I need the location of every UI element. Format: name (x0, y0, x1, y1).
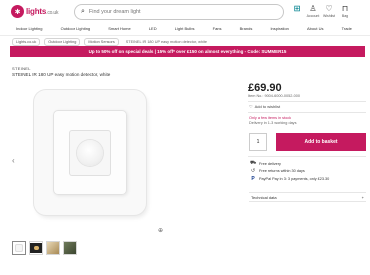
zoom-icon[interactable]: ⊕ (158, 227, 163, 234)
divider (248, 156, 366, 157)
technical-data-accordion[interactable]: Technical data + (249, 192, 366, 202)
wishlist-link[interactable]: ♡ Add to wishlist (249, 104, 280, 109)
heart-outline-icon: ♡ (249, 104, 253, 109)
bag-button[interactable]: ⊓ Bag (340, 4, 350, 19)
product-gallery: ‹ ⊕ (12, 80, 163, 238)
product-brand[interactable]: STEINEL (12, 66, 31, 71)
nav-item-about-us[interactable]: About Us (307, 26, 323, 35)
breadcrumb-outdoor[interactable]: Outdoor Lighting (44, 38, 81, 46)
thumbnail-strip (12, 241, 77, 255)
gallery-prev-icon[interactable]: ‹ (12, 156, 15, 165)
product-image-inner-frame (53, 110, 127, 195)
breadcrumb: Lights.co.uk Outdoor Lighting Motion Sen… (12, 38, 210, 46)
product-price: £69.90 (248, 82, 282, 94)
logo-text: lights.co.uk (26, 7, 59, 16)
product-title: STEINEL IR 180 UP easy motion detector, … (12, 72, 111, 77)
breadcrumb-home[interactable]: Lights.co.uk (12, 38, 41, 46)
feature-paypal[interactable]: P PayPal Pay in 3: 3 payments, only £23.… (250, 176, 329, 182)
thumbnail-product-image (15, 244, 23, 252)
user-icon: ♙ (309, 4, 317, 13)
basket-teal-icon: ⊞ (293, 4, 301, 13)
thumbnail-warm-image (47, 242, 59, 254)
heart-icon: ♡ (325, 4, 333, 13)
thumbnail-green-image (64, 242, 76, 254)
return-icon: ↺ (250, 168, 256, 174)
main-nav: Indoor Lighting Outdoor Lighting Smart H… (0, 26, 370, 36)
plus-icon: + (361, 194, 364, 200)
thumbnail-dark[interactable] (29, 241, 43, 255)
add-to-basket-button[interactable]: Add to basket (276, 133, 366, 151)
breadcrumb-motion-sensors[interactable]: Motion Sensors (84, 38, 119, 46)
nav-item-smart-home[interactable]: Smart Home (108, 26, 130, 35)
truck-icon: ⛟ (250, 160, 257, 166)
feature-free-delivery: ⛟ Free delivery (250, 160, 281, 167)
bag-icon: ⊓ (341, 4, 349, 13)
site-header: ✱ lights.co.uk ⌕ ⊞ ♙Account ♡Wishlist ⊓B… (0, 0, 370, 24)
feature-text: Free delivery (259, 161, 281, 166)
wishlist-button[interactable]: ♡ Wishlist (323, 4, 335, 19)
divider (248, 101, 366, 102)
quantity-value: 1 (256, 139, 260, 145)
thumbnail-product[interactable] (12, 241, 26, 255)
nav-item-outdoor-lighting[interactable]: Outdoor Lighting (61, 26, 91, 35)
search-bar[interactable]: ⌕ (74, 4, 284, 20)
nav-item-led[interactable]: LED (149, 26, 157, 35)
header-icons: ⊞ ♙ Account ♡ Wishlist ⊓ Bag (292, 4, 350, 19)
product-sku: Item No.: 9004-6000-0052-000 (248, 94, 300, 98)
stock-status: Only a few items in stock Delivery in 1-… (249, 116, 296, 126)
account-button[interactable]: ♙ Account (307, 4, 320, 19)
product-image-sensor (69, 130, 111, 176)
divider (248, 112, 366, 113)
quantity-stepper[interactable]: 1 (249, 133, 267, 151)
feature-free-returns: ↺ Free returns within 30 days (250, 168, 305, 174)
nav-item-indoor-lighting[interactable]: Indoor Lighting (16, 26, 42, 35)
breadcrumb-current: STEINEL IR 180 UP easy motion detector, … (125, 40, 207, 44)
nav-item-trade[interactable]: Trade (342, 26, 352, 35)
site-logo[interactable]: ✱ lights.co.uk (11, 5, 58, 18)
feature-text: PayPal Pay in 3: 3 payments, only £23.30 (259, 177, 330, 181)
delivery-estimate: Delivery in 1-3 working days (249, 121, 297, 125)
product-image[interactable] (34, 90, 146, 215)
nav-item-light-bulbs[interactable]: Light Bulbs (175, 26, 195, 35)
header-basket-teal-button[interactable]: ⊞ (292, 5, 302, 18)
thumbnail-green[interactable] (63, 241, 77, 255)
paypal-icon: P (251, 176, 255, 182)
thumbnail-dark-image (30, 243, 42, 253)
feature-text: Free returns within 30 days (259, 169, 305, 173)
logo-mark-icon: ✱ (11, 5, 24, 18)
nav-item-brands[interactable]: Brands (240, 26, 253, 35)
product-image-sensor-dome (77, 140, 103, 166)
search-input[interactable] (88, 9, 269, 15)
nav-item-fans[interactable]: Fans (213, 26, 222, 35)
thumbnail-warm[interactable] (46, 241, 60, 255)
search-icon[interactable]: ⌕ (81, 8, 85, 16)
wishlist-label: Add to wishlist (254, 104, 281, 109)
promo-banner[interactable]: Up to 50% off on special deals | 15% off… (10, 46, 365, 57)
technical-data-label: Technical data (251, 194, 277, 200)
nav-item-inspiration[interactable]: Inspiration (270, 26, 288, 35)
